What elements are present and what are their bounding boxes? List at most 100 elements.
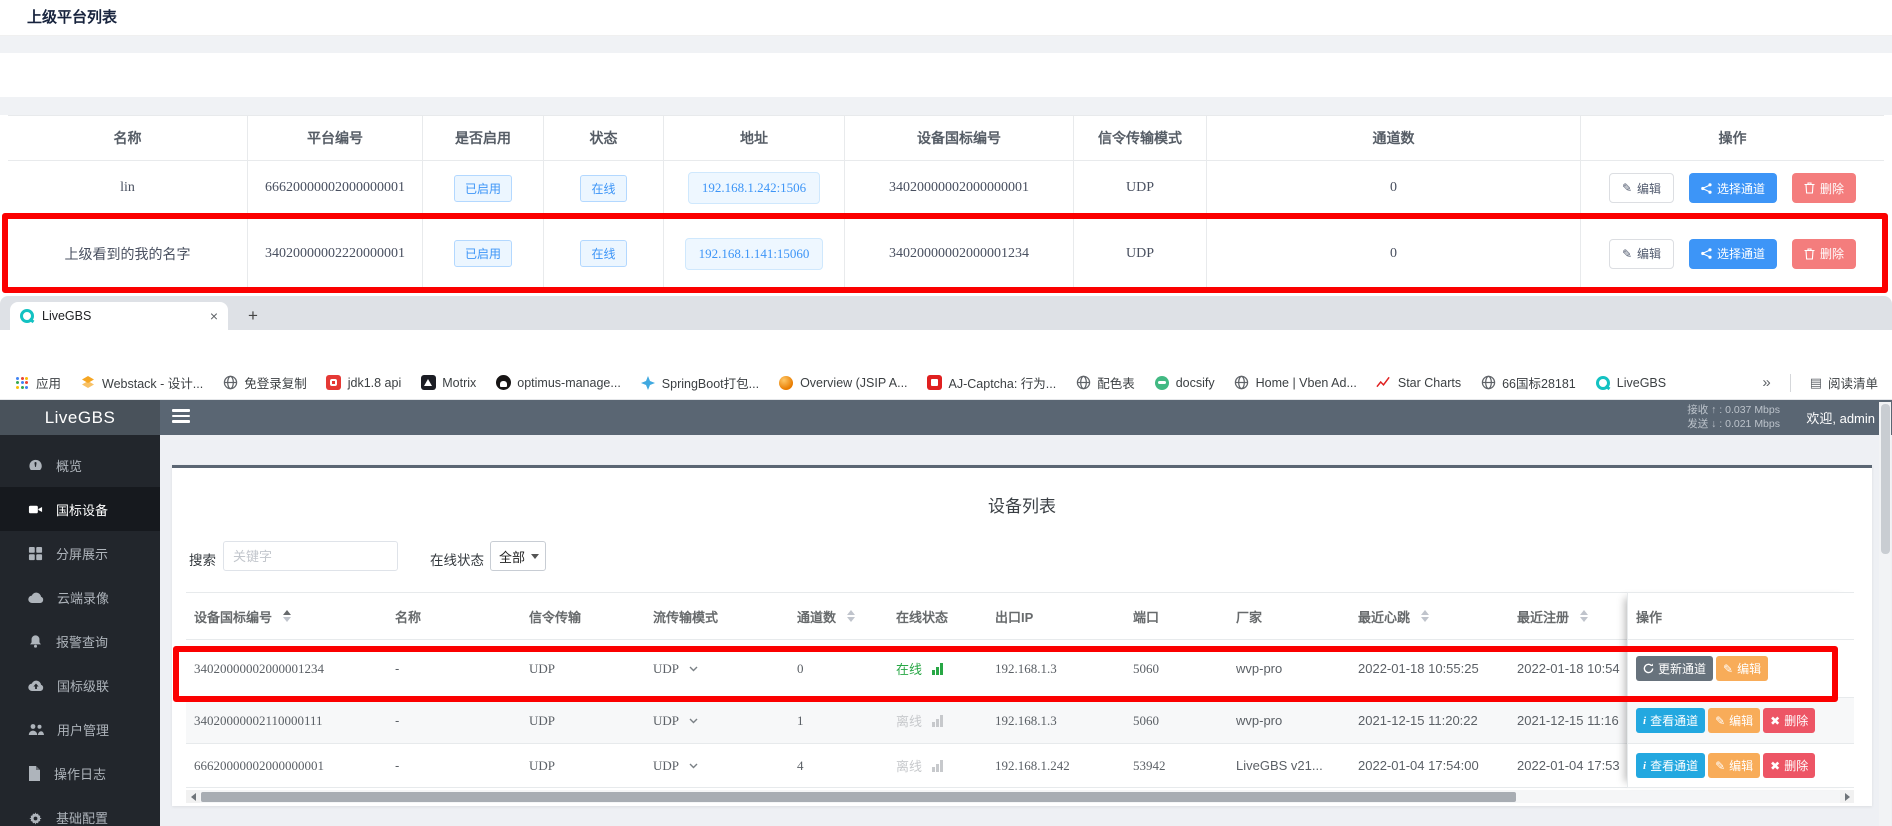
delete-button[interactable]: 删除 — [1792, 173, 1856, 203]
app-logo: LiveGBS — [0, 400, 160, 435]
update-channels-button[interactable]: 更新通道 — [1636, 656, 1713, 681]
bookmark-ajcaptcha[interactable]: AJ-Captcha: 行为... — [927, 373, 1057, 392]
section-gap — [0, 36, 1892, 53]
scrollbar-thumb[interactable] — [201, 792, 1516, 802]
edit-device-button[interactable]: ✎编辑 — [1708, 708, 1760, 733]
edit-device-button[interactable]: ✎编辑 — [1708, 753, 1760, 778]
col-header: 设备国标编号 — [844, 116, 1073, 160]
channel-count: 4 — [789, 758, 888, 774]
livegbs-favicon — [20, 309, 34, 323]
scroll-right-arrow[interactable] — [1840, 790, 1854, 803]
sidebar-item-cloud-record[interactable]: 云端录像 — [0, 575, 160, 619]
enabled-cell: 已启用 — [422, 216, 543, 291]
device-name: - — [387, 661, 521, 676]
channel-count: 1 — [789, 713, 888, 729]
bookmark-springboot[interactable]: SpringBoot打包... — [640, 373, 759, 392]
online-status-select[interactable]: 全部 — [490, 541, 546, 571]
scroll-left-arrow[interactable] — [186, 790, 200, 803]
stream-mode-select[interactable]: UDP — [645, 661, 789, 677]
device-gb-id: 34020000002000001234 — [844, 216, 1073, 291]
offline-status: 离线 — [888, 711, 987, 730]
bookmark-apps[interactable]: 应用 — [14, 373, 61, 392]
bookmark-jdk[interactable]: jdk1.8 api — [326, 375, 402, 391]
col-header: 信令传输 — [521, 607, 645, 626]
col-header-sortable[interactable]: 最近注册 — [1509, 607, 1627, 626]
webstack-icon — [80, 375, 96, 391]
sidebar-item-alarms[interactable]: 报警查询 — [0, 619, 160, 663]
share-icon — [1701, 183, 1712, 194]
sidebar-item-overview[interactable]: 概览 — [0, 443, 160, 487]
bandwidth-stats: 接收 ↑ : 0.037 Mbps发送 ↓ : 0.021 Mbps — [1687, 403, 1780, 431]
sidebar-item-cascade[interactable]: 国标级联 — [0, 663, 160, 707]
view-channels-button[interactable]: i查看通道 — [1636, 753, 1705, 778]
jsip-icon — [778, 375, 794, 391]
bookmark-gb28181[interactable]: 66国标28181 — [1480, 373, 1576, 392]
actions-row: 更新通道 ✎编辑 — [1628, 640, 1854, 698]
bookmark-vben[interactable]: Home | Vben Ad... — [1234, 375, 1357, 391]
col-header-sortable[interactable]: 最近心跳 — [1350, 607, 1509, 626]
device-gb-id: 34020000002000000001 — [844, 161, 1073, 215]
bookmark-motrix[interactable]: Motrix — [420, 375, 476, 391]
sidebar-item-split-screen[interactable]: 分屏展示 — [0, 531, 160, 575]
edit-button[interactable]: ✎编辑 — [1609, 173, 1674, 203]
info-icon: i — [1643, 760, 1646, 772]
sidebar-toggle-icon[interactable] — [172, 409, 190, 425]
sort-icon — [1580, 610, 1588, 622]
bookmark-copy[interactable]: 免登录复制 — [222, 373, 307, 392]
signal-mode: UDP — [521, 758, 645, 774]
search-input[interactable] — [223, 541, 398, 571]
reading-list-button[interactable]: ▤阅读清单 — [1810, 373, 1878, 392]
col-header-sortable[interactable]: 通道数 — [789, 607, 888, 626]
device-vendor: wvp-pro — [1228, 661, 1350, 676]
bookmarks-overflow-chevron[interactable]: » — [1762, 374, 1770, 391]
tab-close-icon[interactable]: × — [210, 309, 218, 323]
x-icon: ✖ — [1770, 714, 1780, 728]
bookmark-github[interactable]: optimus-manage... — [495, 375, 621, 391]
cloud-icon — [28, 591, 44, 604]
select-channel-button[interactable]: 选择通道 — [1689, 239, 1777, 269]
col-header: 名称 — [8, 116, 247, 160]
col-header-sortable[interactable]: 设备国标编号 — [186, 607, 387, 626]
status-badge: 在线 — [580, 240, 626, 267]
sidebar-item-devices[interactable]: 国标设备 — [0, 487, 160, 531]
device-id: 66620000002000000001 — [186, 758, 387, 774]
bookmark-colors[interactable]: 配色表 — [1075, 373, 1135, 392]
edit-button[interactable]: ✎编辑 — [1609, 239, 1674, 269]
horizontal-scrollbar[interactable] — [186, 790, 1854, 803]
page-vertical-scrollbar[interactable] — [1879, 402, 1891, 826]
bookmark-jsip[interactable]: Overview (JSIP A... — [778, 375, 907, 391]
device-row: 34020000002110000111 - UDP UDP 1 离线 192.… — [186, 698, 1854, 744]
sidebar-item-logs[interactable]: 操作日志 — [0, 751, 160, 795]
col-header: 在线状态 — [888, 607, 987, 626]
delete-device-button[interactable]: ✖删除 — [1763, 708, 1815, 733]
stream-mode-select[interactable]: UDP — [645, 713, 789, 729]
stream-mode-select[interactable]: UDP — [645, 758, 789, 774]
col-header: 操作 — [1580, 116, 1884, 160]
scrollbar-thumb[interactable] — [1881, 404, 1890, 554]
browser-toolbar: 不安全 192.168.1.141:20000/#/devices/1 ☆ JS… — [0, 330, 1892, 366]
edit-device-button[interactable]: ✎编辑 — [1716, 656, 1768, 681]
bookmark-starcharts[interactable]: Star Charts — [1376, 375, 1461, 391]
browser-tab-livegbs[interactable]: LiveGBS × — [10, 302, 228, 330]
select-channel-button[interactable]: 选择通道 — [1689, 173, 1777, 203]
x-icon: ✖ — [1770, 759, 1780, 773]
bookmark-docsify[interactable]: docsify — [1154, 375, 1215, 391]
trash-icon — [1804, 248, 1815, 260]
new-tab-button[interactable]: + — [240, 303, 266, 329]
reading-list-icon: ▤ — [1810, 375, 1822, 391]
col-header: 出口IP — [987, 607, 1125, 626]
app-header — [0, 400, 1892, 435]
file-icon — [28, 766, 41, 781]
delete-device-button[interactable]: ✖删除 — [1763, 753, 1815, 778]
device-id: 34020000002110000111 — [186, 713, 387, 729]
jdk-icon — [326, 375, 342, 391]
bookmark-livegbs[interactable]: LiveGBS — [1595, 375, 1666, 391]
online-status-label: 在线状态 — [430, 549, 484, 569]
view-channels-button[interactable]: i查看通道 — [1636, 708, 1705, 733]
sidebar-item-users[interactable]: 用户管理 — [0, 707, 160, 751]
welcome-user[interactable]: 欢迎, admin — [1806, 408, 1875, 427]
online-status-link[interactable]: 在线 — [888, 659, 987, 678]
bookmark-webstack[interactable]: Webstack - 设计... — [80, 373, 203, 392]
sidebar-item-settings[interactable]: 基础配置 — [0, 795, 160, 826]
delete-button[interactable]: 删除 — [1792, 239, 1856, 269]
